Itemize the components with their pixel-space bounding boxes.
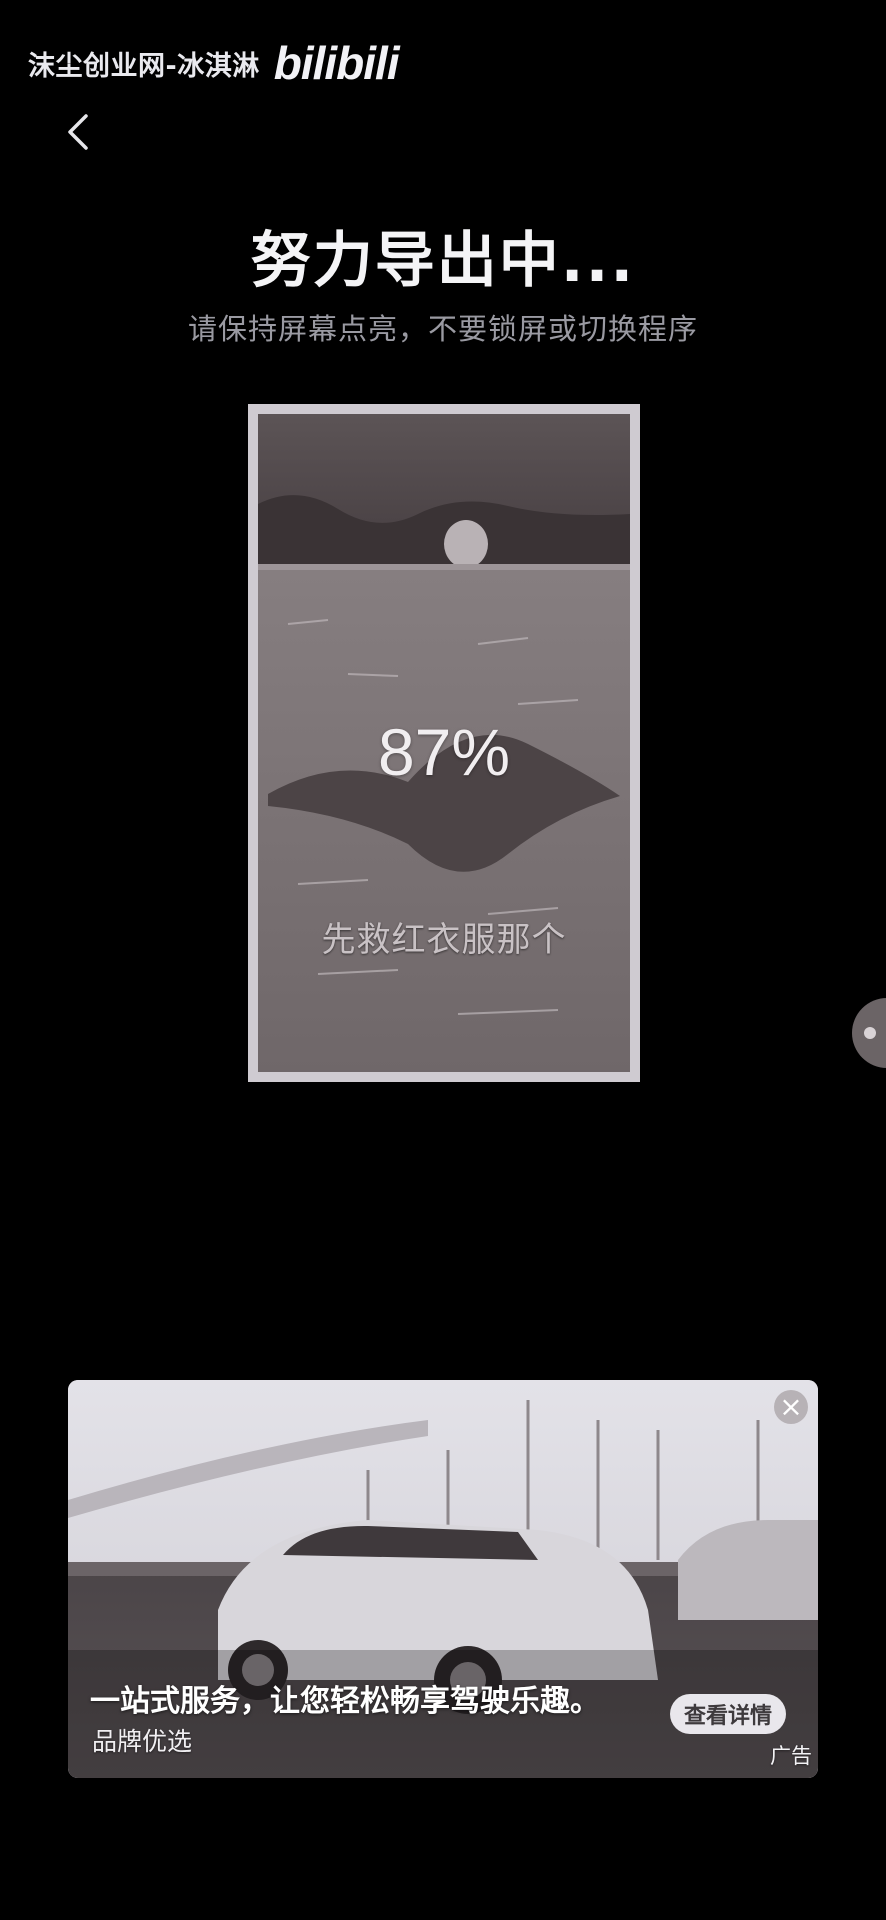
export-progress-percent: 87% bbox=[377, 715, 511, 789]
video-subtitle-caption: 先救红衣服那个 bbox=[321, 920, 567, 960]
ad-label: 广告 bbox=[770, 1744, 812, 1768]
page-subtitle: 请保持屏幕点亮，不要锁屏或切换程序 bbox=[187, 312, 698, 346]
page-title: 努力导出中... bbox=[250, 226, 636, 296]
ad-banner[interactable]: × 一站式服务，让您轻松畅享驾驶乐趣。 品牌优选 查看详情 广告 bbox=[68, 1380, 818, 1778]
ad-brand: 品牌优选 bbox=[92, 1727, 193, 1756]
bilibili-logo: bilibili bbox=[273, 37, 400, 89]
ad-view-details-button[interactable]: 查看详情 bbox=[670, 1694, 786, 1734]
close-icon: × bbox=[779, 1390, 803, 1423]
video-frame: 87% 先救红衣服那个 bbox=[258, 414, 630, 1072]
video-preview: 87% 先救红衣服那个 bbox=[248, 404, 640, 1082]
watermark-text: 沫尘创业网-冰淇淋 bbox=[28, 50, 260, 82]
ad-headline: 一站式服务，让您轻松畅享驾驶乐趣。 bbox=[90, 1684, 600, 1719]
chevron-left-icon bbox=[68, 114, 88, 150]
watermark: 沫尘创业网-冰淇淋 bilibili bbox=[28, 37, 400, 89]
floating-side-handle[interactable] bbox=[852, 998, 886, 1068]
floating-handle-icon bbox=[864, 1027, 876, 1039]
back-button[interactable] bbox=[56, 104, 100, 160]
ad-close-button[interactable]: × bbox=[774, 1390, 808, 1424]
